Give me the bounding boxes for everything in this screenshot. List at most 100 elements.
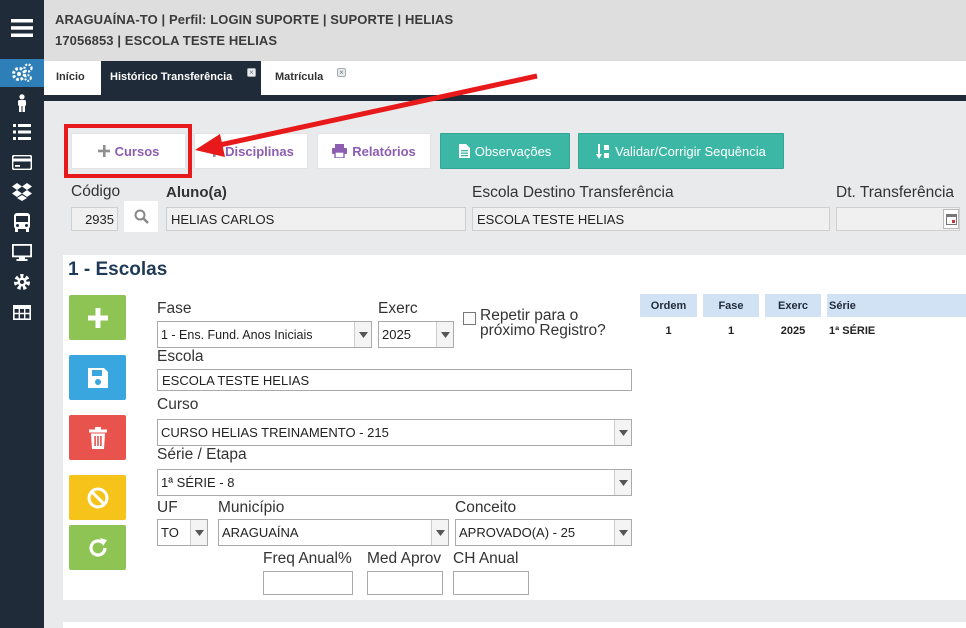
repetir-checkbox[interactable] (463, 312, 476, 325)
bus-icon[interactable] (0, 208, 44, 236)
grid-cell-serie[interactable]: 1ª SÉRIE (829, 325, 875, 337)
tab-inicio[interactable]: Início (56, 61, 85, 95)
disciplinas-button[interactable]: Disciplinas (194, 133, 308, 169)
grid-cell-fase[interactable]: 1 (703, 325, 759, 337)
curso-value: CURSO HELIAS TREINAMENTO - 215 (161, 425, 389, 440)
ch-anual-field[interactable] (453, 571, 529, 595)
tab-historico-transferencia[interactable]: Histórico Transferência (101, 61, 261, 95)
relatorios-button[interactable]: Relatórios (317, 133, 431, 169)
codigo-field[interactable]: 2935 (71, 207, 118, 231)
table-icon[interactable] (0, 298, 44, 326)
uf-value: TO (161, 525, 179, 540)
aluno-field[interactable]: HELIAS CARLOS (166, 207, 466, 231)
municipio-select[interactable]: ARAGUAÍNA (218, 519, 449, 546)
serie-label: Série / Etapa (157, 446, 247, 463)
grid-header-serie[interactable]: Série (827, 294, 966, 317)
dt-transferencia-field[interactable] (836, 207, 960, 231)
calendar-icon[interactable] (943, 209, 959, 229)
conceito-value: APROVADO(A) - 25 (459, 525, 576, 540)
page-header: ARAGUAÍNA-TO | Perfil: LOGIN SUPORTE | S… (44, 0, 966, 61)
freq-anual-field[interactable] (263, 571, 353, 595)
search-button[interactable] (124, 201, 158, 232)
relatorios-label: Relatórios (352, 143, 416, 159)
escola-destino-field[interactable]: ESCOLA TESTE HELIAS (472, 207, 830, 231)
add-button[interactable] (69, 295, 126, 340)
refresh-button[interactable] (69, 525, 126, 570)
print-icon (332, 144, 348, 158)
observacoes-button[interactable]: Observações (440, 133, 570, 169)
codigo-label: Código (71, 183, 121, 200)
section-title: 1 - Escolas (68, 259, 168, 280)
trash-icon (88, 426, 107, 449)
tab-divider (44, 95, 966, 101)
fase-select[interactable]: 1 - Ens. Fund. Anos Iniciais (157, 321, 372, 348)
repetir-label-line2: próximo Registro? (480, 322, 606, 339)
tab-close-icon[interactable]: × (247, 68, 256, 77)
tab-label: Histórico Transferência (110, 71, 233, 83)
escolas-panel: 1 - Escolas Fase 1 - Ens. Fund. Anos Ini… (63, 255, 966, 600)
fase-value: 1 - Ens. Fund. Anos Iniciais (161, 327, 313, 342)
chevron-down-icon (190, 520, 207, 545)
plus-icon (87, 307, 108, 328)
fase-label: Fase (157, 300, 192, 317)
serie-select[interactable]: 1ª SÉRIE - 8 (157, 469, 632, 496)
tab-close-icon[interactable]: × (337, 68, 346, 77)
cancel-button[interactable] (69, 475, 126, 520)
delete-button[interactable] (69, 415, 126, 460)
gears-icon[interactable] (0, 59, 44, 87)
menu-icon[interactable] (0, 14, 44, 42)
floppy-icon (87, 367, 108, 388)
med-aprov-label: Med Aprov (367, 550, 442, 567)
sidebar (0, 0, 44, 628)
grid-header-fase[interactable]: Fase (703, 294, 759, 317)
municipio-label: Município (218, 499, 285, 516)
list-icon[interactable] (0, 118, 44, 146)
gear-icon[interactable] (0, 268, 44, 296)
uf-select[interactable]: TO (157, 519, 208, 546)
document-icon (458, 144, 470, 158)
escola-field[interactable]: ESCOLA TESTE HELIAS (157, 369, 632, 391)
chevron-down-icon (354, 322, 371, 347)
grid-header-exerc[interactable]: Exerc (765, 294, 821, 317)
validar-label: Validar/Corrigir Sequência (615, 143, 766, 159)
sort-icon (596, 143, 610, 159)
dt-transferencia-label: Dt. Transferência (836, 184, 955, 201)
curso-label: Curso (157, 396, 199, 413)
serie-value: 1ª SÉRIE - 8 (161, 475, 235, 490)
save-button[interactable] (69, 355, 126, 400)
header-school-line: 17056853 | ESCOLA TESTE HELIAS (55, 33, 278, 48)
chevron-down-icon (614, 420, 631, 445)
grid-cell-ordem[interactable]: 1 (640, 325, 697, 337)
aluno-label: Aluno(a) (166, 184, 227, 201)
escola-destino-label: Escola Destino Transferência (472, 184, 674, 201)
exerc-value: 2025 (382, 327, 411, 342)
tab-matricula[interactable]: Matrícula (275, 61, 323, 95)
repetir-label-line1: Repetir para o (480, 307, 579, 324)
chevron-down-icon (431, 520, 448, 545)
conceito-select[interactable]: APROVADO(A) - 25 (455, 519, 632, 546)
chevron-down-icon (436, 322, 453, 347)
freq-anual-label: Freq Anual% (263, 550, 352, 567)
grid-cell-exerc[interactable]: 2025 (765, 325, 821, 337)
municipio-value: ARAGUAÍNA (222, 525, 299, 540)
curso-select[interactable]: CURSO HELIAS TREINAMENTO - 215 (157, 419, 632, 446)
observacoes-label: Observações (474, 143, 552, 159)
validar-sequencia-button[interactable]: Validar/Corrigir Sequência (578, 133, 784, 169)
exerc-select[interactable]: 2025 (378, 321, 454, 348)
conceito-label: Conceito (455, 499, 517, 516)
tab-bar: Início Histórico Transferência × Matrícu… (44, 61, 966, 95)
monitor-icon[interactable] (0, 238, 44, 266)
highlight-box (64, 124, 192, 178)
dropbox-icon[interactable] (0, 178, 44, 206)
uf-label: UF (157, 499, 178, 516)
person-icon[interactable] (0, 89, 44, 117)
card-icon[interactable] (0, 148, 44, 176)
ban-icon (87, 487, 108, 508)
chevron-down-icon (614, 470, 631, 495)
grid-header-ordem[interactable]: Ordem (640, 294, 697, 317)
med-aprov-field[interactable] (367, 571, 443, 595)
disciplinas-label: Disciplinas (225, 143, 294, 159)
exerc-label: Exerc (378, 300, 418, 317)
plus-icon (208, 145, 221, 157)
chevron-down-icon (614, 520, 631, 545)
